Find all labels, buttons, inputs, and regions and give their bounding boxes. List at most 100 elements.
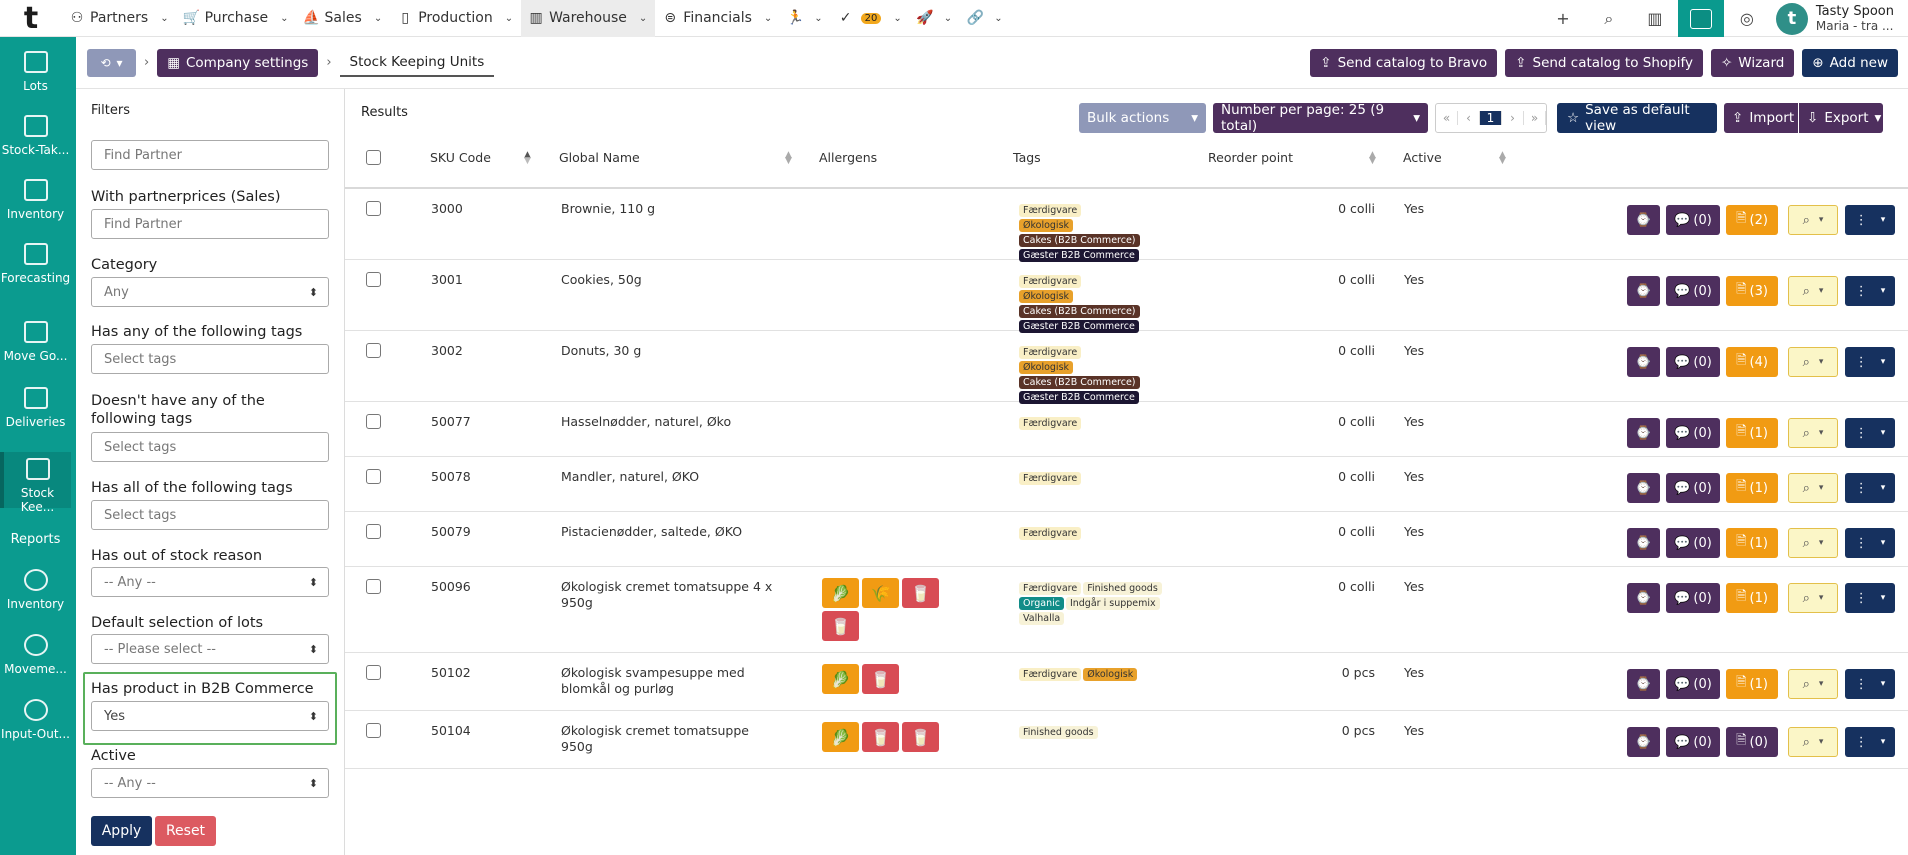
b2b-select[interactable]: Yes — [91, 701, 329, 731]
nav-tasks[interactable]: ✓ 20 ⌄ — [831, 0, 910, 37]
table-row[interactable]: 3000 Brownie, 110 g Færdigvare Økologisk Cak… — [345, 189, 1908, 262]
all-tags-input[interactable]: Select tags — [91, 500, 329, 530]
user-menu[interactable]: t Tasty Spoon Maria - tra ... — [1770, 2, 1908, 35]
documents-button[interactable]: 🗎 (1) — [1726, 473, 1778, 503]
comments-button[interactable]: 💬 (0) — [1666, 205, 1720, 235]
inspect-button[interactable]: ⌕ ▾ — [1788, 347, 1838, 377]
sku-code[interactable]: 3001 — [431, 272, 463, 287]
row-checkbox[interactable] — [366, 723, 381, 738]
wizard-button[interactable]: ✧ Wizard — [1710, 49, 1795, 77]
row-checkbox[interactable] — [366, 579, 381, 594]
comments-button[interactable]: 💬 (0) — [1666, 727, 1720, 757]
nav-purchase[interactable]: 🛒 Purchase ⌄ — [177, 0, 297, 37]
col-sku-code[interactable]: SKU Code — [430, 150, 491, 165]
chevron-down-icon[interactable]: ⌄ — [374, 13, 382, 24]
page-1-button[interactable]: 1 — [1480, 111, 1502, 125]
documents-button[interactable]: 🗎 (0) — [1726, 727, 1778, 757]
row-checkbox[interactable] — [366, 469, 381, 484]
row-checkbox[interactable] — [366, 201, 381, 216]
watch-button[interactable]: ⌚ — [1627, 418, 1660, 448]
watch-button[interactable]: ⌚ — [1627, 528, 1660, 558]
chevron-down-icon[interactable]: ⌄ — [280, 13, 288, 24]
sidebar-report-input-output[interactable]: Input-Out... — [0, 699, 71, 741]
col-global-name[interactable]: Global Name — [559, 150, 640, 165]
comments-button[interactable]: 💬 (0) — [1666, 473, 1720, 503]
sort-icon[interactable]: ▲ ▼ — [1369, 151, 1376, 166]
apply-button[interactable]: Apply — [91, 816, 152, 846]
inspect-button[interactable]: ⌕ ▾ — [1788, 276, 1838, 306]
watch-button[interactable]: ⌚ — [1627, 276, 1660, 306]
next-page-button[interactable]: › — [1502, 111, 1524, 125]
nav-activities[interactable]: 🏃 ⌄ — [780, 0, 830, 37]
partnerprices-input[interactable]: Find Partner — [91, 209, 329, 239]
app-logo[interactable]: t — [0, 0, 62, 37]
sidebar-item-stock-take[interactable]: Stock-Tak... — [0, 115, 71, 157]
send-catalog-bravo-button[interactable]: ⇪ Send catalog to Bravo — [1310, 49, 1498, 77]
global-name[interactable]: Hasselnødder, naturel, Øko — [561, 414, 776, 430]
table-row[interactable]: 50078 Mandler, naturel, ØKO Færdigvare 0 co… — [345, 457, 1908, 512]
nav-production[interactable]: ▯ Production ⌄ — [390, 0, 521, 37]
sidebar-item-inventory[interactable]: Inventory — [0, 179, 71, 221]
table-row[interactable]: 50079 Pistacienødder, saltede, ØKO Færdigv… — [345, 512, 1908, 567]
default-lots-select[interactable]: -- Please select -- — [91, 634, 329, 664]
sidebar-report-inventory[interactable]: Inventory — [0, 569, 71, 611]
barcode-icon[interactable]: ▥ — [1632, 0, 1678, 37]
global-name[interactable]: Økologisk svampesuppe med blomkål og pur… — [561, 665, 776, 697]
sidebar-item-move-goods[interactable]: Move Go... — [0, 321, 71, 363]
row-menu-button[interactable]: ⋮ ▾ — [1845, 583, 1895, 613]
search-icon[interactable]: ⌕ — [1586, 0, 1632, 37]
has-any-tags-input[interactable]: Select tags — [91, 344, 329, 374]
comments-button[interactable]: 💬 (0) — [1666, 669, 1720, 699]
row-checkbox[interactable] — [366, 343, 381, 358]
row-checkbox[interactable] — [366, 272, 381, 287]
sku-code[interactable]: 50077 — [431, 414, 471, 429]
history-button[interactable]: ⟲ ▾ — [87, 48, 136, 77]
sku-code[interactable]: 3000 — [431, 201, 463, 216]
global-name[interactable]: Donuts, 30 g — [561, 343, 776, 359]
sidebar-report-movements[interactable]: Moveme... — [0, 634, 71, 676]
row-checkbox[interactable] — [366, 524, 381, 539]
sidebar-item-stock-keeping-units[interactable]: Stock Kee... — [0, 452, 71, 514]
oos-reason-select[interactable]: -- Any -- — [91, 567, 329, 597]
sku-code[interactable]: 50102 — [431, 665, 471, 680]
sku-code[interactable]: 50104 — [431, 723, 471, 738]
sidebar-item-forecasting[interactable]: Forecasting — [0, 243, 71, 285]
chat-icon[interactable] — [1677, 0, 1724, 37]
table-row[interactable]: 3001 Cookies, 50g Færdigvare Økologisk Cakes… — [345, 260, 1908, 333]
sort-icon[interactable]: ▲ ▼ — [1499, 151, 1506, 166]
global-name[interactable]: Økologisk cremet tomatsuppe 950g — [561, 723, 776, 755]
row-menu-button[interactable]: ⋮ ▾ — [1845, 205, 1895, 235]
watch-button[interactable]: ⌚ — [1627, 583, 1660, 613]
global-name[interactable]: Cookies, 50g — [561, 272, 776, 288]
save-default-view-button[interactable]: ☆ Save as default view — [1557, 102, 1717, 134]
nav-partners[interactable]: ⚇ Partners ⌄ — [62, 0, 177, 37]
sku-code[interactable]: 50079 — [431, 524, 471, 539]
global-name[interactable]: Mandler, naturel, ØKO — [561, 469, 776, 485]
chevron-down-icon[interactable]: ⌄ — [639, 13, 647, 24]
nav-sales[interactable]: ⛵ Sales ⌄ — [297, 0, 391, 37]
chevron-down-icon[interactable]: ⌄ — [764, 13, 772, 24]
inspect-button[interactable]: ⌕ ▾ — [1788, 528, 1838, 558]
row-checkbox[interactable] — [366, 414, 381, 429]
sort-asc-icon[interactable]: ▲ ▼ — [524, 151, 531, 166]
global-name[interactable]: Brownie, 110 g — [561, 201, 776, 217]
documents-button[interactable]: 🗎 (4) — [1726, 347, 1778, 377]
chevron-down-icon[interactable]: ⌄ — [814, 13, 822, 24]
comments-button[interactable]: 💬 (0) — [1666, 583, 1720, 613]
documents-button[interactable]: 🗎 (1) — [1726, 528, 1778, 558]
breadcrumb-company-settings[interactable]: ▦ Company settings — [157, 48, 319, 77]
documents-button[interactable]: 🗎 (1) — [1726, 669, 1778, 699]
table-row[interactable]: 3002 Donuts, 30 g Færdigvare Økologisk Cakes… — [345, 331, 1908, 404]
nav-financials[interactable]: ⊜ Financials ⌄ — [655, 0, 780, 37]
table-row[interactable]: 50102 Økologisk svampesuppe med blomkål o… — [345, 653, 1908, 711]
nav-launch[interactable]: 🚀 ⌄ — [910, 0, 960, 37]
sort-icon[interactable]: ▲ ▼ — [785, 151, 792, 166]
first-page-button[interactable]: « — [1436, 111, 1458, 125]
chevron-down-icon[interactable]: ⌄ — [893, 13, 901, 24]
col-reorder-point[interactable]: Reorder point — [1208, 150, 1293, 165]
documents-button[interactable]: 🗎 (2) — [1726, 205, 1778, 235]
category-select[interactable]: Any — [91, 277, 329, 307]
inspect-button[interactable]: ⌕ ▾ — [1788, 727, 1838, 757]
row-menu-button[interactable]: ⋮ ▾ — [1845, 669, 1895, 699]
documents-button[interactable]: 🗎 (1) — [1726, 583, 1778, 613]
